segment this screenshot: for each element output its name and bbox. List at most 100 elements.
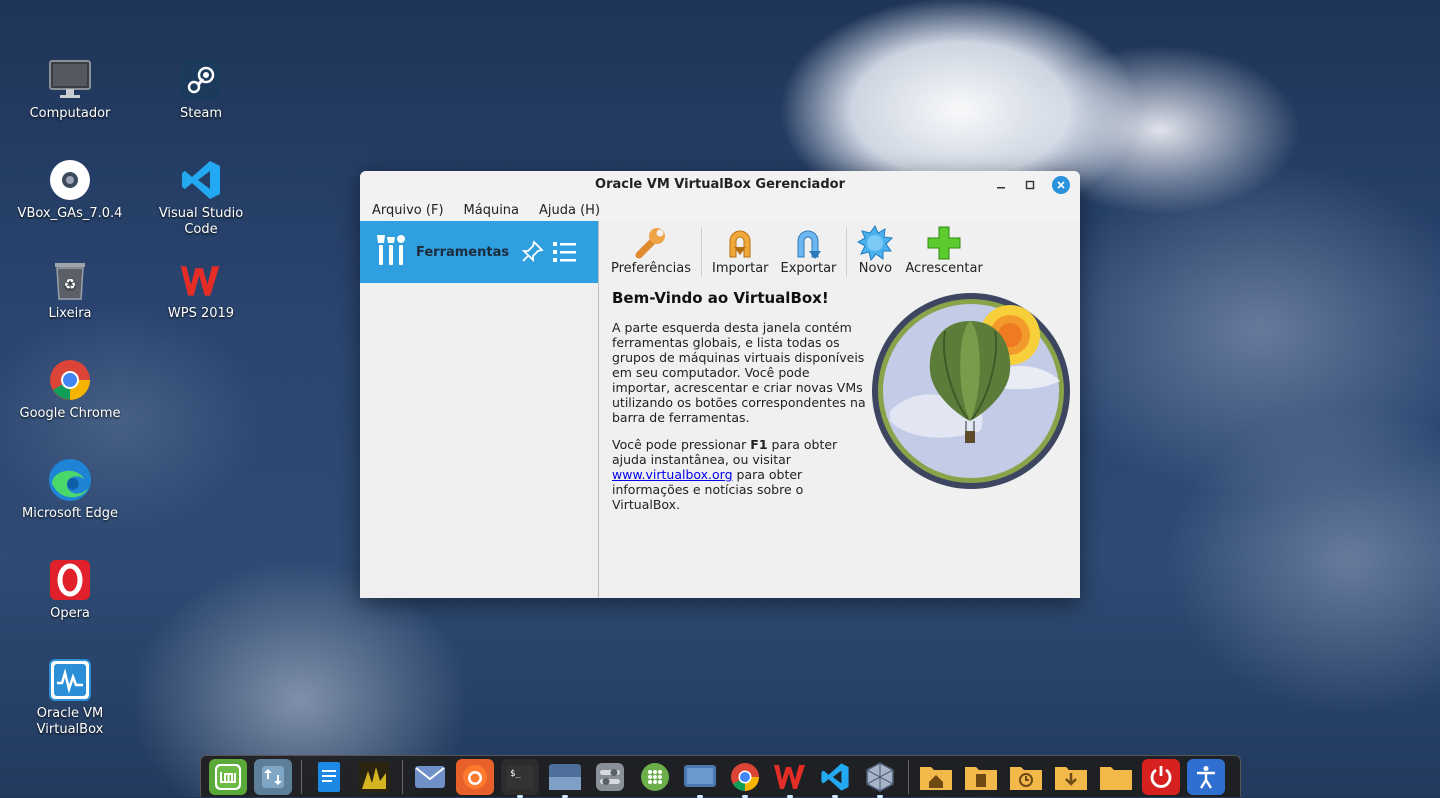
desktop-icon-vbox-gas[interactable]: VBox_GAs_7.0.4 xyxy=(15,158,125,222)
chrome-icon[interactable] xyxy=(726,759,764,798)
edge-icon xyxy=(48,458,92,502)
new-star-icon xyxy=(857,225,894,261)
terminal-icon[interactable]: $_ xyxy=(501,758,539,798)
desktop-icon-steam[interactable]: Steam xyxy=(146,58,256,122)
virtualbox-link[interactable]: www.virtualbox.org xyxy=(612,467,733,482)
desktop-icon-wps[interactable]: WPS 2019 xyxy=(146,258,256,322)
f1-key: F1 xyxy=(750,437,768,452)
menu-maquina[interactable]: Máquina xyxy=(464,203,520,218)
downloads-folder-icon[interactable] xyxy=(1052,759,1090,795)
import-icon xyxy=(722,225,758,261)
menu-arquivo[interactable]: Arquivo (F) xyxy=(372,203,444,218)
details-pane: Preferências Importar Exportar Novo Acre… xyxy=(599,221,1080,598)
power-icon[interactable] xyxy=(1142,758,1180,795)
import-button[interactable]: Importar xyxy=(706,221,774,276)
title-bar[interactable]: Oracle VM VirtualBox Gerenciador xyxy=(360,171,1080,199)
desktop-icon-opera[interactable]: Opera xyxy=(15,558,125,622)
export-button[interactable]: Exportar xyxy=(775,221,843,276)
wrench-icon xyxy=(633,225,669,261)
desktop-icon-label: Opera xyxy=(50,606,90,621)
tools-item[interactable]: Ferramentas xyxy=(360,221,598,283)
desktop-icon[interactable] xyxy=(546,759,584,798)
display-icon[interactable] xyxy=(681,759,719,798)
apps-icon[interactable] xyxy=(636,759,674,795)
close-icon xyxy=(1057,181,1065,189)
trash-icon: ♻ xyxy=(48,258,92,302)
desktop-icon-vscode[interactable]: Visual Studio Code xyxy=(146,158,256,238)
welcome-panel: Bem-Vindo ao VirtualBox! A parte esquerd… xyxy=(612,291,867,524)
desktop-icon-label: Steam xyxy=(180,106,222,121)
recent-folder-icon[interactable] xyxy=(1007,759,1045,795)
close-button[interactable] xyxy=(1052,176,1070,194)
desktop-icon-label: Visual Studio Code xyxy=(158,206,244,237)
balloon-illustration xyxy=(870,291,1072,495)
accessibility-icon[interactable] xyxy=(1187,758,1225,795)
text-editor-icon[interactable] xyxy=(310,759,348,795)
toolbar-separator xyxy=(701,227,703,277)
maximize-icon xyxy=(1025,180,1035,190)
welcome-paragraph-1: A parte esquerda desta janela contém fer… xyxy=(612,320,866,425)
toolbar: Preferências Importar Exportar Novo Acre… xyxy=(599,221,1080,281)
virtualbox-icon xyxy=(48,658,92,702)
desktop-icon-virtualbox[interactable]: Oracle VM VirtualBox xyxy=(15,658,125,738)
desktop-icon-edge[interactable]: Microsoft Edge xyxy=(15,458,125,522)
maximize-button[interactable] xyxy=(1021,176,1039,194)
firefox-icon[interactable] xyxy=(456,758,494,795)
desktop-icon-lixeira[interactable]: ♻ Lixeira xyxy=(15,258,125,322)
minimize-icon xyxy=(997,187,1005,189)
welcome-text: Você pode pressionar xyxy=(612,437,751,452)
chrome-icon xyxy=(48,358,92,402)
plus-icon xyxy=(926,225,962,261)
toolbar-separator xyxy=(846,227,848,277)
desktop-icon-label: Microsoft Edge xyxy=(21,506,118,521)
steam-icon xyxy=(179,58,223,102)
taskbar-separator xyxy=(908,759,909,794)
tools-icon xyxy=(376,233,406,271)
machine-list-pane: Ferramentas xyxy=(360,221,599,598)
welcome-heading: Bem-Vindo ao VirtualBox! xyxy=(612,289,829,307)
preferences-label: Preferências xyxy=(611,261,692,276)
new-button[interactable]: Novo xyxy=(851,221,899,276)
home-folder-icon[interactable] xyxy=(917,759,955,795)
list-menu-icon[interactable] xyxy=(552,240,578,268)
desktop-icon-label: VBox_GAs_7.0.4 xyxy=(17,206,123,221)
add-button[interactable]: Acrescentar xyxy=(899,221,988,276)
settings-icon[interactable] xyxy=(591,759,629,795)
desktop-icon-computador[interactable]: Computador xyxy=(15,58,125,122)
update-manager-icon[interactable] xyxy=(254,758,292,795)
svg-text:$_: $_ xyxy=(510,769,521,779)
desktop-icon-label: WPS 2019 xyxy=(167,306,235,321)
mail-icon[interactable] xyxy=(411,759,449,795)
vscode-icon[interactable] xyxy=(816,759,854,798)
virtualbox-window: Oracle VM VirtualBox Gerenciador Arquivo… xyxy=(360,171,1080,598)
desktop-icon-label: Google Chrome xyxy=(19,406,121,421)
virtualbox-icon[interactable] xyxy=(861,759,899,798)
desktop-icon-label: Computador xyxy=(29,106,111,121)
preferences-button[interactable]: Preferências xyxy=(605,221,697,276)
welcome-paragraph-2: Você pode pressionar F1 para obter ajuda… xyxy=(612,437,867,512)
opera-icon xyxy=(48,558,92,602)
desktop-icon-chrome[interactable]: Google Chrome xyxy=(15,358,125,422)
folder-icon[interactable] xyxy=(1097,759,1135,795)
computer-icon xyxy=(48,58,92,102)
add-label: Acrescentar xyxy=(905,261,983,276)
wps-icon xyxy=(179,258,223,302)
menu-ajuda[interactable]: Ajuda (H) xyxy=(539,203,600,218)
image-viewer-icon[interactable] xyxy=(355,759,393,795)
new-label: Novo xyxy=(858,261,893,276)
window-title: Oracle VM VirtualBox Gerenciador xyxy=(595,177,845,192)
export-icon xyxy=(790,225,826,261)
documents-folder-icon[interactable] xyxy=(962,759,1000,795)
export-label: Exportar xyxy=(780,261,837,276)
taskbar-separator xyxy=(402,759,403,794)
desktop-icon-label: Lixeira xyxy=(48,306,92,321)
pin-icon[interactable] xyxy=(520,240,544,268)
taskbar: $_ xyxy=(200,755,1241,798)
minimize-button[interactable] xyxy=(992,176,1010,194)
desktop-icon-label: Oracle VM VirtualBox xyxy=(36,706,104,737)
wps-icon[interactable] xyxy=(771,759,809,798)
mint-menu-icon[interactable] xyxy=(209,758,247,795)
tools-label: Ferramentas xyxy=(416,244,510,260)
disc-icon xyxy=(48,158,92,202)
taskbar-separator xyxy=(301,759,302,794)
